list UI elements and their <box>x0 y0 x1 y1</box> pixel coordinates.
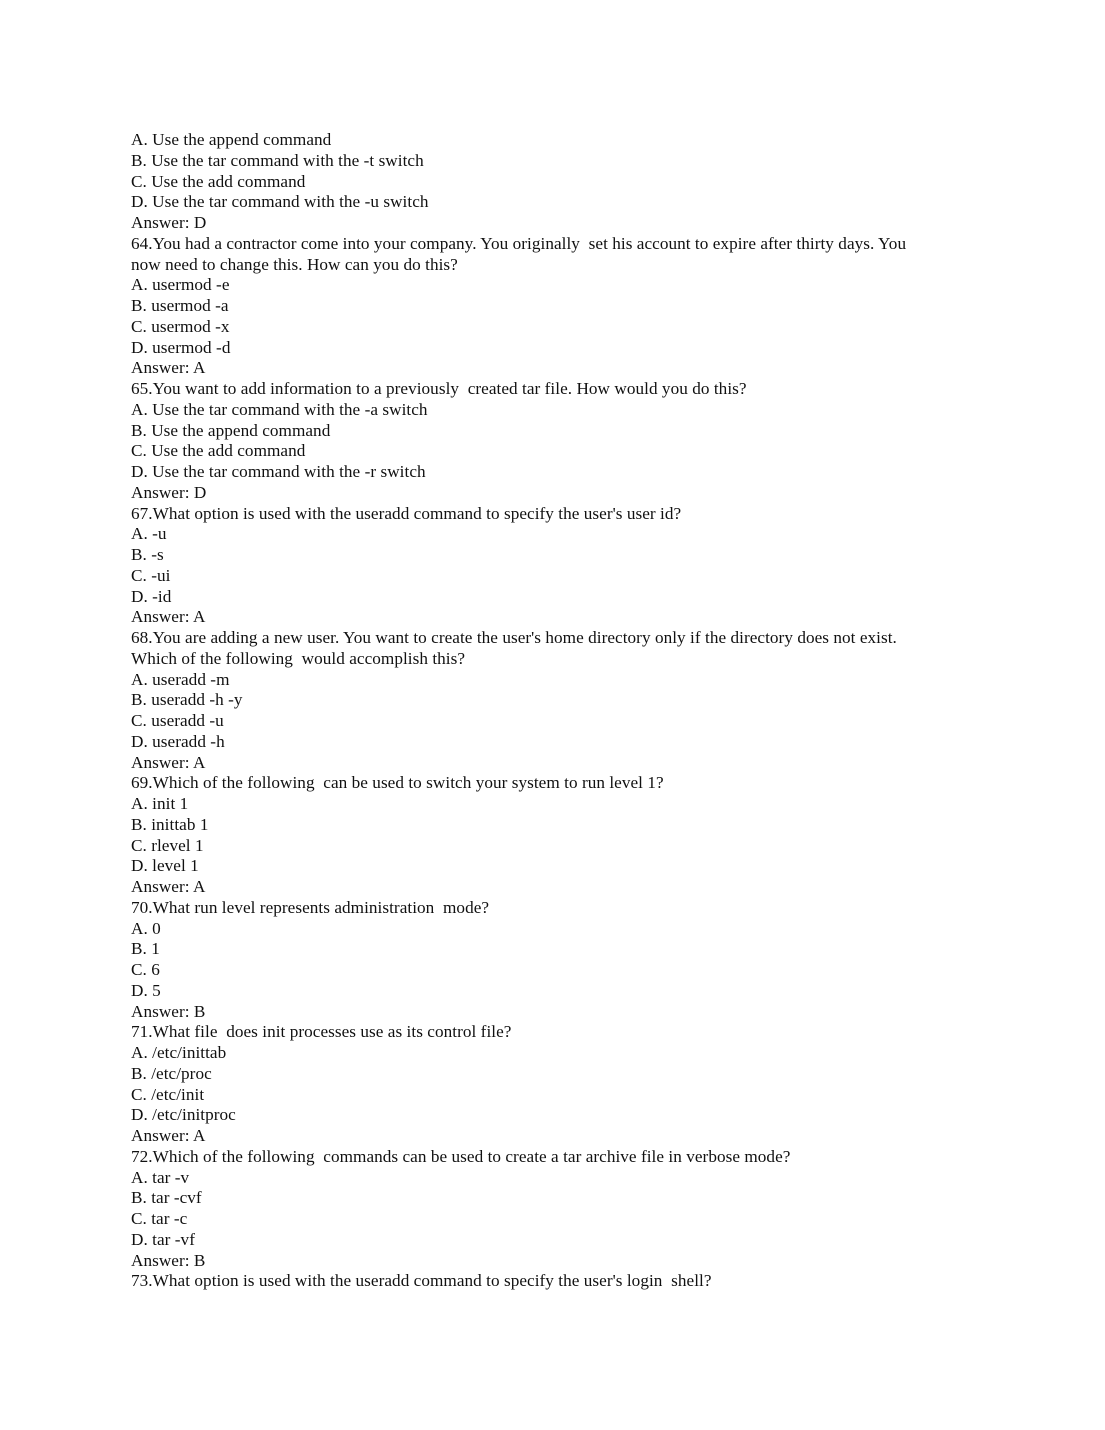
option-line: B. usermod -a <box>131 296 229 315</box>
option-line: B. inittab 1 <box>131 814 209 834</box>
document-page: A. Use the append command B. Use the tar … <box>0 0 1105 1430</box>
option-line: B. Use the append command <box>131 420 331 440</box>
option-line: A. useradd -m <box>131 669 230 689</box>
option-line: A. Use the append command <box>131 130 332 149</box>
option-line: B. useradd -h -y <box>131 690 243 710</box>
option-line: D. /etc/initproc <box>131 1105 236 1125</box>
option-line: D. usermod -d <box>131 337 231 357</box>
option-line: C. useradd -u <box>131 711 224 730</box>
answer-line: Answer: D <box>131 482 207 502</box>
question-line: 65.You want to add information to a prev… <box>131 379 747 398</box>
option-line: A. -u <box>131 524 167 544</box>
answer-line: Answer: A <box>131 358 206 378</box>
answer-line: Answer: A <box>131 607 206 627</box>
question-line: 73.What option is used with the useradd … <box>131 1271 712 1291</box>
option-line: D. -id <box>131 586 172 606</box>
answer-line: Answer: A <box>131 877 206 896</box>
option-line: D. useradd -h <box>131 731 225 751</box>
option-line: C. 6 <box>131 960 160 979</box>
answer-line: Answer: B <box>131 1001 206 1021</box>
option-line: C. usermod -x <box>131 316 230 336</box>
question-line: 69.Which of the following can be used to… <box>131 773 664 793</box>
option-line: B. tar -cvf <box>131 1188 202 1208</box>
option-line: B. -s <box>131 545 164 564</box>
question-line: 70.What run level represents administrat… <box>131 897 490 917</box>
option-line: D. level 1 <box>131 856 199 876</box>
option-line: B. 1 <box>131 939 160 959</box>
question-line: 67.What option is used with the useradd … <box>131 503 682 523</box>
option-line: C. tar -c <box>131 1209 188 1228</box>
option-line: A. init 1 <box>131 794 189 813</box>
option-line: A. /etc/inittab <box>131 1043 227 1062</box>
answer-line: Answer: D <box>131 213 207 232</box>
answer-line: Answer: B <box>131 1250 206 1270</box>
option-line: D. Use the tar command with the -r switc… <box>131 462 426 481</box>
question-line: 71.What file does init processes use as … <box>131 1022 512 1042</box>
answer-line: Answer: A <box>131 752 206 772</box>
option-line: C. /etc/init <box>131 1084 205 1104</box>
option-line: A. 0 <box>131 918 161 938</box>
option-line: D. tar -vf <box>131 1229 195 1249</box>
document-text-body: A. Use the append command B. Use the tar … <box>131 130 921 1292</box>
option-line: D. 5 <box>131 980 161 1000</box>
option-line: B. /etc/proc <box>131 1063 212 1083</box>
option-line: D. Use the tar command with the -u switc… <box>131 192 429 212</box>
option-line: C. Use the add command <box>131 441 306 461</box>
question-line: 68.You are adding a new user. You want t… <box>131 628 901 668</box>
option-line: B. Use the tar command with the -t switc… <box>131 150 424 170</box>
option-line: C. rlevel 1 <box>131 835 204 855</box>
option-line: A. Use the tar command with the -a switc… <box>131 399 428 419</box>
question-line: 64.You had a contractor come into your c… <box>131 233 911 274</box>
option-line: C. -ui <box>131 565 171 585</box>
answer-line: Answer: A <box>131 1126 206 1145</box>
option-line: A. usermod -e <box>131 275 230 295</box>
option-line: C. Use the add command <box>131 171 306 191</box>
question-line: 72.Which of the following commands can b… <box>131 1146 791 1166</box>
option-line: A. tar -v <box>131 1167 190 1187</box>
